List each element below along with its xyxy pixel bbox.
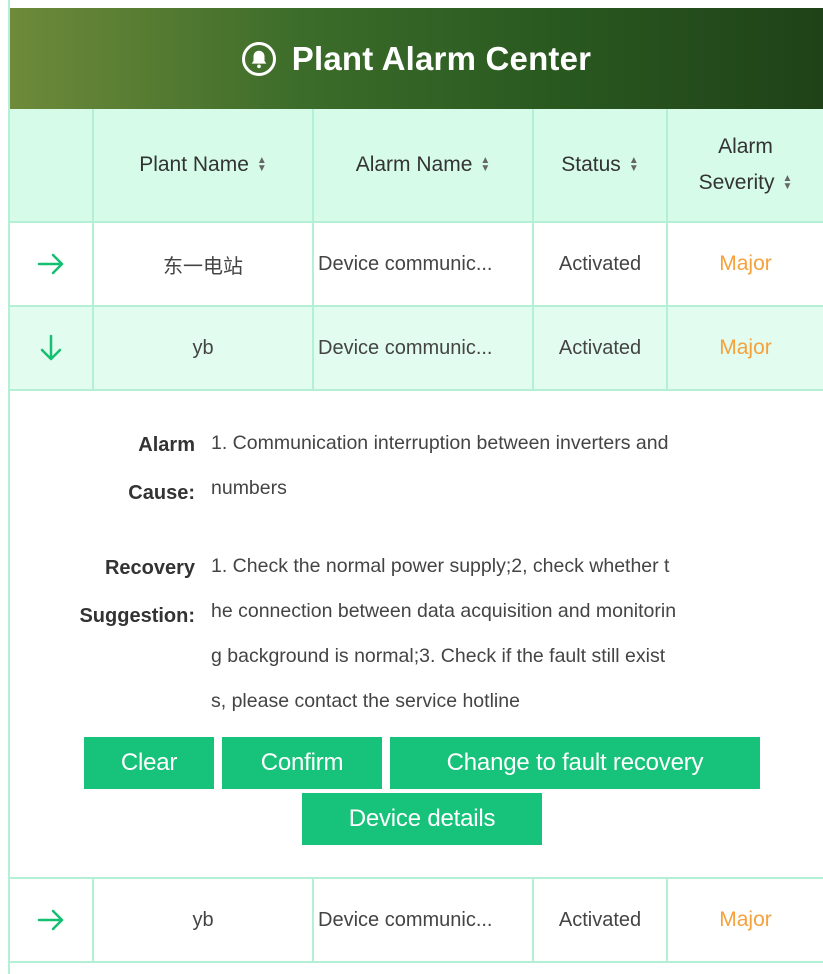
column-header-label: Status (561, 153, 621, 176)
expand-arrow-icon[interactable] (10, 879, 94, 961)
table-row[interactable]: 东一电站 Device communic... Activated Major (10, 223, 823, 307)
table-row[interactable]: yb Device communic... Activated Major (10, 307, 823, 391)
severity-cell: Major (719, 252, 772, 275)
column-header-plant-name[interactable]: Plant Name ▲ ▼ (94, 109, 314, 221)
sort-icon[interactable]: ▲ ▼ (782, 174, 792, 192)
plant-name-cell: 东一电站 (94, 223, 314, 305)
plant-name-cell: yb (94, 879, 314, 961)
alarm-cause-field: Alarm Cause: 1. Communication interrupti… (10, 421, 823, 517)
table-header-row: Plant Name ▲ ▼ Alarm Name ▲ ▼ Status ▲ ▼ Al… (10, 109, 823, 223)
sort-icon[interactable]: ▲ ▼ (480, 156, 490, 174)
column-header-label-line1: Alarm (718, 135, 773, 158)
column-header-label: Alarm Name (355, 153, 473, 176)
sort-icon[interactable]: ▲ ▼ (257, 156, 267, 174)
severity-cell: Major (719, 336, 772, 359)
table-row[interactable]: yb Device communic... Activated Major (10, 879, 823, 963)
clear-button[interactable]: Clear (84, 737, 214, 789)
page-title: Plant Alarm Center (291, 39, 592, 77)
recovery-suggestion-field: Recovery Suggestion: 1. Check the normal… (10, 544, 823, 724)
column-header-status[interactable]: Status ▲ ▼ (534, 109, 668, 221)
severity-cell: Major (719, 908, 772, 931)
sort-icon[interactable]: ▲ ▼ (629, 156, 639, 174)
alarm-table: Plant Name ▲ ▼ Alarm Name ▲ ▼ Status ▲ ▼ Al… (10, 109, 823, 963)
device-details-button[interactable]: Device details (302, 793, 542, 845)
alarm-name-cell: Device communic... (314, 307, 534, 389)
column-header-alarm-name[interactable]: Alarm Name ▲ ▼ (314, 109, 534, 221)
status-cell: Activated (534, 223, 668, 305)
recovery-suggestion-value: 1. Check the normal power supply;2, chec… (211, 555, 677, 712)
left-border (0, 0, 10, 974)
alarm-name-cell: Device communic... (314, 879, 534, 961)
bell-icon (241, 41, 276, 76)
confirm-button[interactable]: Confirm (222, 737, 382, 789)
change-to-fault-recovery-button[interactable]: Change to fault recovery (390, 737, 760, 789)
alarm-detail-panel: Alarm Cause: 1. Communication interrupti… (10, 391, 823, 879)
recovery-suggestion-label: Recovery Suggestion: (79, 557, 195, 627)
header-cell-expand (10, 109, 94, 221)
status-cell: Activated (534, 879, 668, 961)
alarm-name-cell: Device communic... (314, 223, 534, 305)
page-header: Plant Alarm Center (10, 8, 823, 109)
expand-arrow-icon[interactable] (10, 223, 94, 305)
column-header-alarm-severity[interactable]: Alarm Severity ▲ ▼ (668, 109, 823, 221)
alarm-cause-label: Alarm Cause: (128, 434, 195, 504)
column-header-label-line2: Severity (698, 171, 775, 194)
plant-name-cell: yb (94, 307, 314, 389)
column-header-label: Plant Name (139, 153, 249, 176)
alarm-cause-value: 1. Communication interruption between in… (211, 432, 669, 499)
status-cell: Activated (534, 307, 668, 389)
collapse-arrow-icon[interactable] (10, 307, 94, 389)
